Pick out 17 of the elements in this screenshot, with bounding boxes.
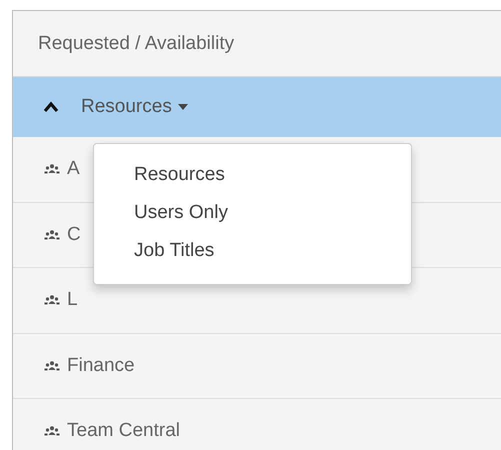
- group-label: Finance: [67, 354, 135, 377]
- caret-icon[interactable]: [178, 104, 188, 110]
- group-label: A: [67, 158, 80, 180]
- people-icon: [44, 426, 60, 436]
- group-label: C: [67, 224, 81, 246]
- grouping-dropdown[interactable]: Resources: [81, 96, 188, 118]
- people-icon: [44, 164, 60, 174]
- menu-item[interactable]: Users Only: [94, 194, 251, 232]
- menu-item[interactable]: Resources: [94, 156, 251, 194]
- group-label: Team Central: [67, 420, 180, 442]
- collapse-chevron-icon[interactable]: [43, 101, 59, 113]
- people-icon: [44, 360, 60, 371]
- people-icon: [44, 295, 60, 306]
- menu-item[interactable]: Job Titles: [94, 232, 251, 270]
- column-header: Requested / Availability: [38, 32, 234, 54]
- group-label: L: [67, 289, 78, 312]
- people-icon: [44, 230, 60, 240]
